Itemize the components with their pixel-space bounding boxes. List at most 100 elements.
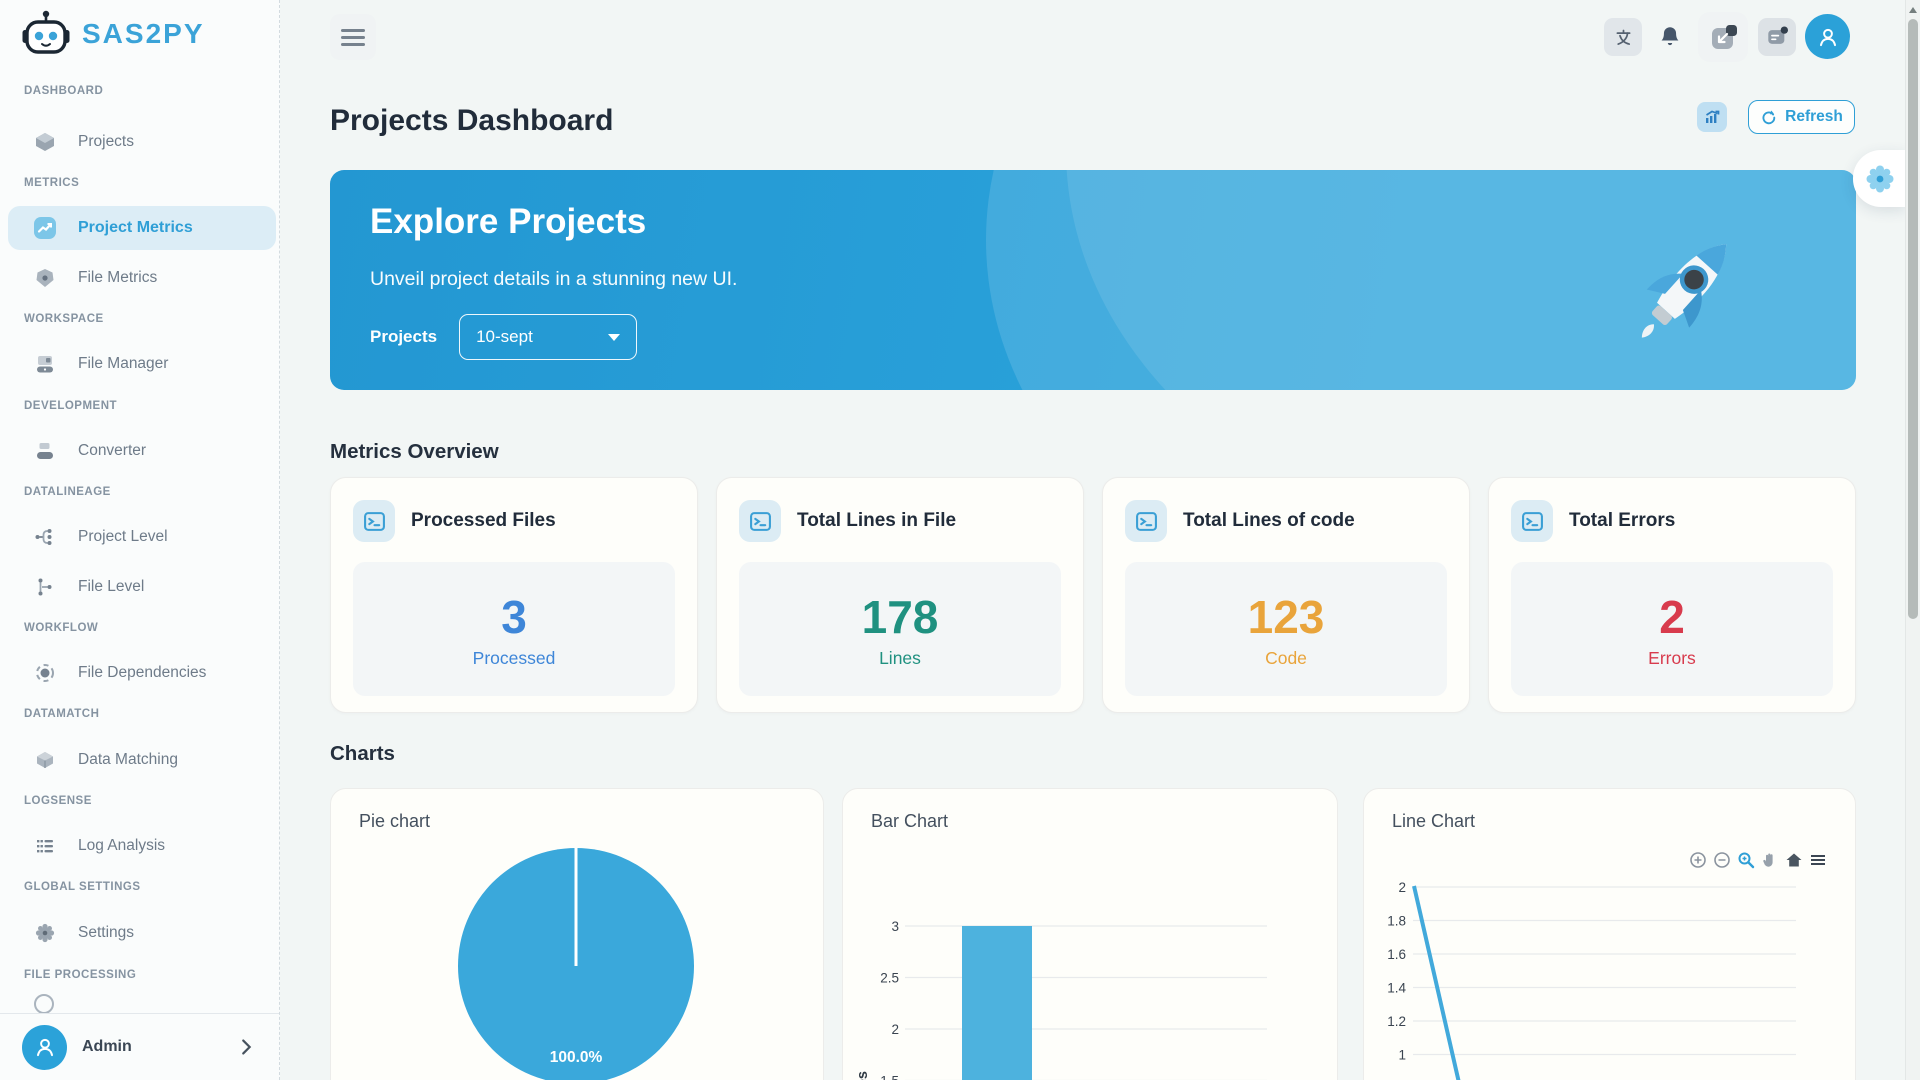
reset-home-icon[interactable] [1785,851,1803,869]
gear-icon [1864,163,1896,195]
terminal-icon [1135,510,1158,533]
sidebar-item-label: Project Level [78,528,168,546]
bar-chart: 3 2.5 2 1.5 3 Values [843,789,1338,1080]
cube-icon [34,131,56,153]
explore-projects-banner: Explore Projects Unveil project details … [330,170,1856,390]
pie-slice-label: 100.0% [550,1049,603,1066]
sidebar-item-project-level[interactable]: Project Level [0,515,279,559]
metrics-overview-heading: Metrics Overview [330,440,499,464]
banner-title: Explore Projects [370,202,646,242]
line-chart-card: Line Chart 2 1.8 1.6 1.4 1.2 1 [1363,788,1856,1080]
pan-hand-icon[interactable] [1761,851,1779,869]
caret-down-icon [608,334,620,341]
metric-card-total-lines-of-code: Total Lines of code 123 Code [1102,477,1470,713]
sidebar-item-label: Settings [78,924,134,942]
section-label-datalineage: DATALINEAGE [24,486,111,498]
sidebar-item-log-analysis[interactable]: Log Analysis [0,824,279,868]
bar-ytick: 2.5 [880,971,899,986]
sidebar-item-data-matching[interactable]: Data Matching [0,738,279,782]
metric-value: 123 [1248,590,1325,644]
line-chart: 2 1.8 1.6 1.4 1.2 1 [1364,789,1856,1080]
person-icon [32,1034,58,1060]
robot-logo-icon [20,8,72,60]
notifications-button[interactable] [1651,18,1689,56]
collapse-arrow-icon [1710,24,1737,51]
note-icon [1766,26,1788,48]
section-label-datamatch: DATAMATCH [24,708,99,720]
lineage-tree-icon [34,526,56,548]
person-icon [1815,24,1841,50]
box-zoom-icon[interactable] [1737,851,1755,869]
feedback-button[interactable] [1758,18,1796,56]
converter-icon [34,440,56,462]
metric-value: 3 [501,590,527,644]
bar-series-rect[interactable] [962,926,1032,1080]
branch-icon [34,576,56,598]
charts-heading: Charts [330,742,395,766]
bar-chart-card: Bar Chart 3 2.5 2 1.5 3 Values [842,788,1338,1080]
app-logo[interactable]: SAS2PY [20,8,205,60]
user-avatar-button[interactable] [1805,14,1850,59]
sidebar-item-label: Log Analysis [78,837,165,855]
scrollbar-thumb[interactable] [1908,19,1918,619]
box-3d-icon [34,749,56,771]
line-ytick: 1.4 [1387,981,1406,996]
sidebar-item-file-metrics[interactable]: File Metrics [0,256,279,300]
analytics-button[interactable] [1697,102,1727,132]
zoom-in-icon[interactable] [1689,851,1707,869]
metric-card-processed-files: Processed Files 3 Processed [330,477,698,713]
line-ytick: 1.6 [1387,947,1406,962]
line-ytick: 2 [1398,880,1406,895]
admin-bar[interactable]: Admin [0,1013,279,1080]
collapse-view-button[interactable] [1698,12,1748,62]
trend-chart-icon [34,217,56,239]
section-label-workflow: WORKFLOW [24,622,98,634]
section-label-logsense: LOGSENSE [24,795,92,807]
zoom-out-icon[interactable] [1713,851,1731,869]
toolbar-menu-icon[interactable] [1809,851,1827,869]
pie-chart: 100.0% [331,789,824,1080]
pie-chart-title: Pie chart [359,811,430,832]
stone-dot-icon [34,267,56,289]
translate-button[interactable] [1604,18,1642,56]
scroll-up-arrow-icon[interactable] [1909,7,1917,13]
sidebar-item-settings[interactable]: Settings [0,911,279,955]
section-label-metrics: METRICS [24,177,79,189]
refresh-button[interactable]: Refresh [1748,100,1855,134]
admin-avatar[interactable] [22,1025,67,1070]
sidebar-item-converter[interactable]: Converter [0,429,279,473]
chevron-right-icon[interactable] [235,1036,257,1058]
project-select-dropdown[interactable]: 10-sept [459,314,637,360]
terminal-icon [363,510,386,533]
theme-settings-fab[interactable] [1853,150,1906,207]
line-ytick: 1.8 [1387,914,1406,929]
sidebar-item-projects[interactable]: Projects [0,120,279,164]
metric-label: Processed [473,648,556,669]
bar-ytick: 2 [891,1022,899,1037]
metric-card-total-lines-in-file: Total Lines in File 178 Lines [716,477,1084,713]
section-label-file-processing: FILE PROCESSING [24,969,136,981]
target-icon [34,662,56,684]
sidebar-item-file-manager[interactable]: File Manager [0,342,279,386]
section-label-global-settings: GLOBAL SETTINGS [24,881,141,893]
terminal-icon-box [739,500,781,542]
metric-cards-row: Processed Files 3 Processed Total Lines … [330,477,1856,713]
line-series-path[interactable] [1414,886,1465,1080]
list-icon [34,835,56,857]
bar-ytick: 1.5 [880,1074,899,1080]
bar-y-axis-label: Values [855,1071,871,1080]
page-title: Projects Dashboard [330,104,613,138]
bar-ytick: 3 [891,919,899,934]
sidebar-item-file-level[interactable]: File Level [0,565,279,609]
brand-name: SAS2PY [82,18,205,50]
sidebar-item-file-dependencies[interactable]: File Dependencies [0,651,279,695]
page-scrollbar[interactable] [1905,0,1920,1080]
menu-toggle-button[interactable] [330,14,376,60]
sidebar-item-project-metrics[interactable]: Project Metrics [8,206,276,250]
gear-icon [34,922,56,944]
section-label-development: DEVELOPMENT [24,400,117,412]
metric-card-title: Total Lines in File [797,510,956,532]
sidebar-item-label: Project Metrics [78,219,193,237]
sidebar-item-label: Projects [78,133,134,151]
line-ytick: 1.2 [1387,1014,1406,1029]
